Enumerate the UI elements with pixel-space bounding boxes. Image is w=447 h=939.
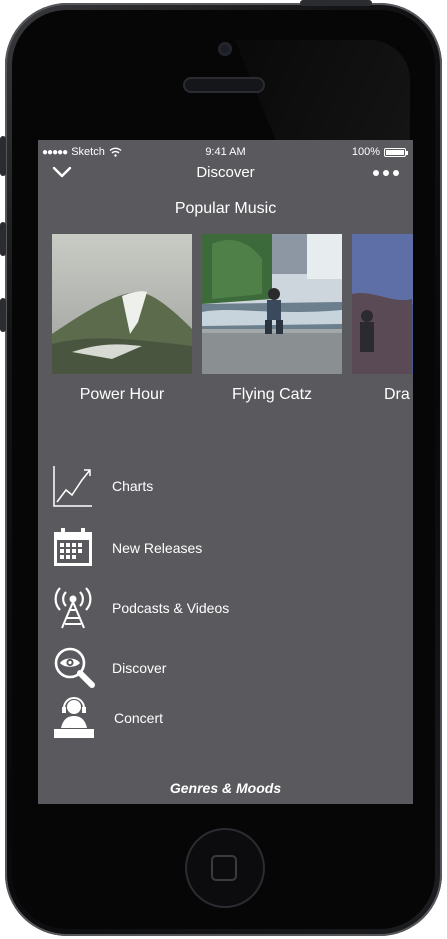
more-options-icon[interactable] bbox=[373, 170, 399, 176]
home-square-icon bbox=[211, 855, 237, 881]
album-cover-river[interactable] bbox=[202, 234, 342, 374]
status-bar: ●●●●● Sketch 9:41 AM 100% bbox=[38, 140, 413, 160]
album-cover-mountain[interactable] bbox=[52, 234, 192, 374]
menu-label: New Releases bbox=[112, 540, 203, 556]
album-title: Flying Catz bbox=[231, 386, 313, 403]
menu-label: Concert bbox=[114, 710, 164, 726]
nav-bar: Discover bbox=[38, 160, 413, 186]
magnifier-eye-icon bbox=[54, 647, 95, 688]
page-title: Discover bbox=[196, 164, 255, 181]
front-camera bbox=[218, 42, 232, 56]
power-button bbox=[300, 0, 372, 6]
album-card[interactable]: Dra bbox=[352, 234, 413, 403]
app-screen: ●●●●● Sketch 9:41 AM 100% Discover Popul… bbox=[38, 140, 413, 804]
menu-item-charts[interactable]: Charts bbox=[52, 464, 392, 510]
menu-item-discover[interactable]: Discover bbox=[52, 646, 392, 692]
menu-item-new-releases[interactable]: New Releases bbox=[52, 526, 392, 572]
album-carousel[interactable]: Power Hour Flying Catz Dra bbox=[52, 234, 413, 424]
genres-moods-tab[interactable]: Genres & Moods bbox=[38, 780, 413, 796]
status-right: 100% bbox=[351, 146, 408, 158]
earpiece-speaker bbox=[183, 77, 265, 93]
album-card[interactable]: Flying Catz bbox=[202, 234, 342, 403]
menu-item-podcasts-videos[interactable]: Podcasts & Videos bbox=[52, 586, 392, 632]
calendar-icon bbox=[54, 528, 92, 566]
album-title: Dra bbox=[384, 386, 410, 403]
menu-label: Discover bbox=[112, 660, 167, 676]
battery-icon bbox=[384, 147, 408, 157]
performer-icon bbox=[54, 697, 94, 738]
battery-percent: 100% bbox=[351, 146, 380, 158]
menu-label: Charts bbox=[112, 478, 154, 494]
popular-music-heading: Popular Music bbox=[174, 200, 277, 217]
album-card[interactable]: Power Hour bbox=[52, 234, 192, 403]
album-title: Power Hour bbox=[79, 386, 165, 403]
mute-switch bbox=[0, 136, 6, 176]
menu-label: Podcasts & Videos bbox=[112, 600, 230, 616]
menu-item-concert[interactable]: Concert bbox=[52, 696, 392, 742]
volume-up-button bbox=[0, 222, 6, 256]
album-cover-blue[interactable] bbox=[352, 234, 413, 374]
chart-icon bbox=[53, 466, 92, 507]
volume-down-button bbox=[0, 298, 6, 332]
antenna-icon bbox=[54, 587, 92, 629]
